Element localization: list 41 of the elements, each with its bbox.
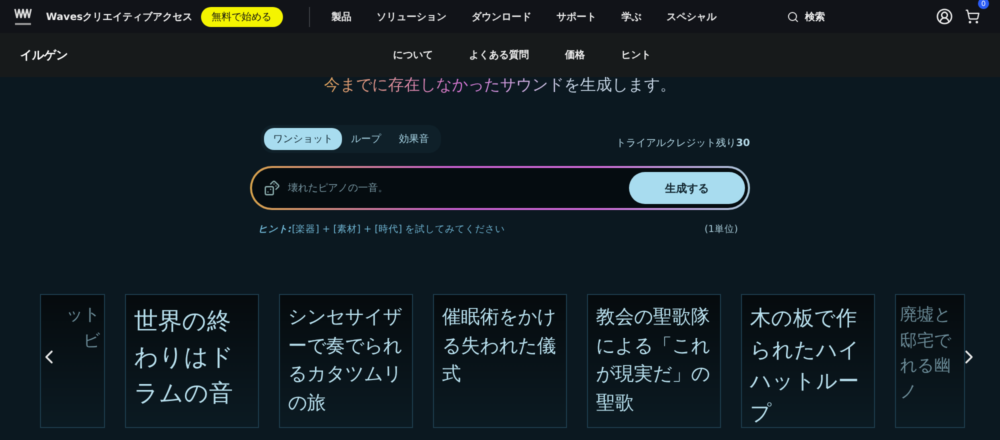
dice-icon[interactable] — [264, 180, 280, 196]
hint-text: ヒント:[楽器] + [素材] + [時代] を試してみてください — [258, 223, 506, 236]
card-text: 木の板で作られたハイハットループ — [750, 305, 861, 426]
mode-tab[interactable]: 効果音 — [390, 128, 438, 150]
card-text: 教会の聖歌隊による「これが現実だ」の聖歌 — [596, 305, 711, 416]
card-text: ットビ — [66, 304, 100, 352]
card-text: 世界の終わりはドラムの音 — [134, 306, 235, 409]
search-icon — [787, 10, 799, 22]
card-text: シンセサイザーで奏でられるカタツムリの旅 — [288, 305, 403, 416]
product-title: イルゲン — [20, 46, 69, 64]
card-text: 催眠術をかける失われた儀式 — [442, 305, 557, 387]
cart-icon[interactable] — [965, 9, 980, 24]
nav-link[interactable]: ソリューション — [376, 10, 447, 24]
waves-logo[interactable] — [14, 6, 32, 26]
nav-link[interactable]: スペシャル — [666, 10, 717, 24]
prompt-field[interactable]: 壊れたピアノの一音。 生成する — [252, 168, 748, 208]
prompt-card[interactable]: 廃墟と邸宅でれる幽ノ — [895, 294, 965, 428]
section-link[interactable]: ヒント — [621, 48, 651, 62]
generate-button[interactable]: 生成する — [629, 172, 745, 204]
unit-cost: (1単位) — [704, 223, 738, 236]
account-icon[interactable] — [936, 8, 953, 25]
prompt-card[interactable]: 木の板で作られたハイハットループ — [741, 294, 875, 428]
search-button[interactable]: 検索 — [781, 8, 831, 24]
nav-link[interactable]: 製品 — [332, 10, 352, 24]
prompt-card[interactable]: 教会の聖歌隊による「これが現実だ」の聖歌 — [587, 294, 721, 428]
mode-tab[interactable]: ループ — [342, 128, 390, 150]
card-text: 廃墟と邸宅でれる幽ノ — [900, 304, 951, 404]
nav-link[interactable]: ダウンロード — [472, 10, 532, 24]
prompt-card[interactable]: 世界の終わりはドラムの音 — [125, 294, 259, 428]
start-free-button[interactable]: 無料で始める — [200, 6, 283, 26]
nav-link[interactable]: 学ぶ — [622, 10, 642, 24]
section-link[interactable]: について — [393, 48, 433, 62]
prompt-card[interactable]: ットビ — [40, 294, 105, 428]
brand-name: Wavesクリエイティブアクセス — [46, 10, 193, 24]
section-link[interactable]: よくある質問 — [469, 48, 529, 62]
prompt-card[interactable]: 催眠術をかける失われた儀式 — [433, 294, 567, 428]
nav-link[interactable]: サポート — [556, 10, 597, 24]
section-link[interactable]: 価格 — [565, 48, 585, 62]
prompt-card[interactable]: シンセサイザーで奏でられるカタツムリの旅 — [279, 294, 413, 428]
mode-tab[interactable]: ワンショット — [264, 128, 342, 150]
credits-remaining: トライアルクレジット残り 30 — [616, 136, 750, 150]
